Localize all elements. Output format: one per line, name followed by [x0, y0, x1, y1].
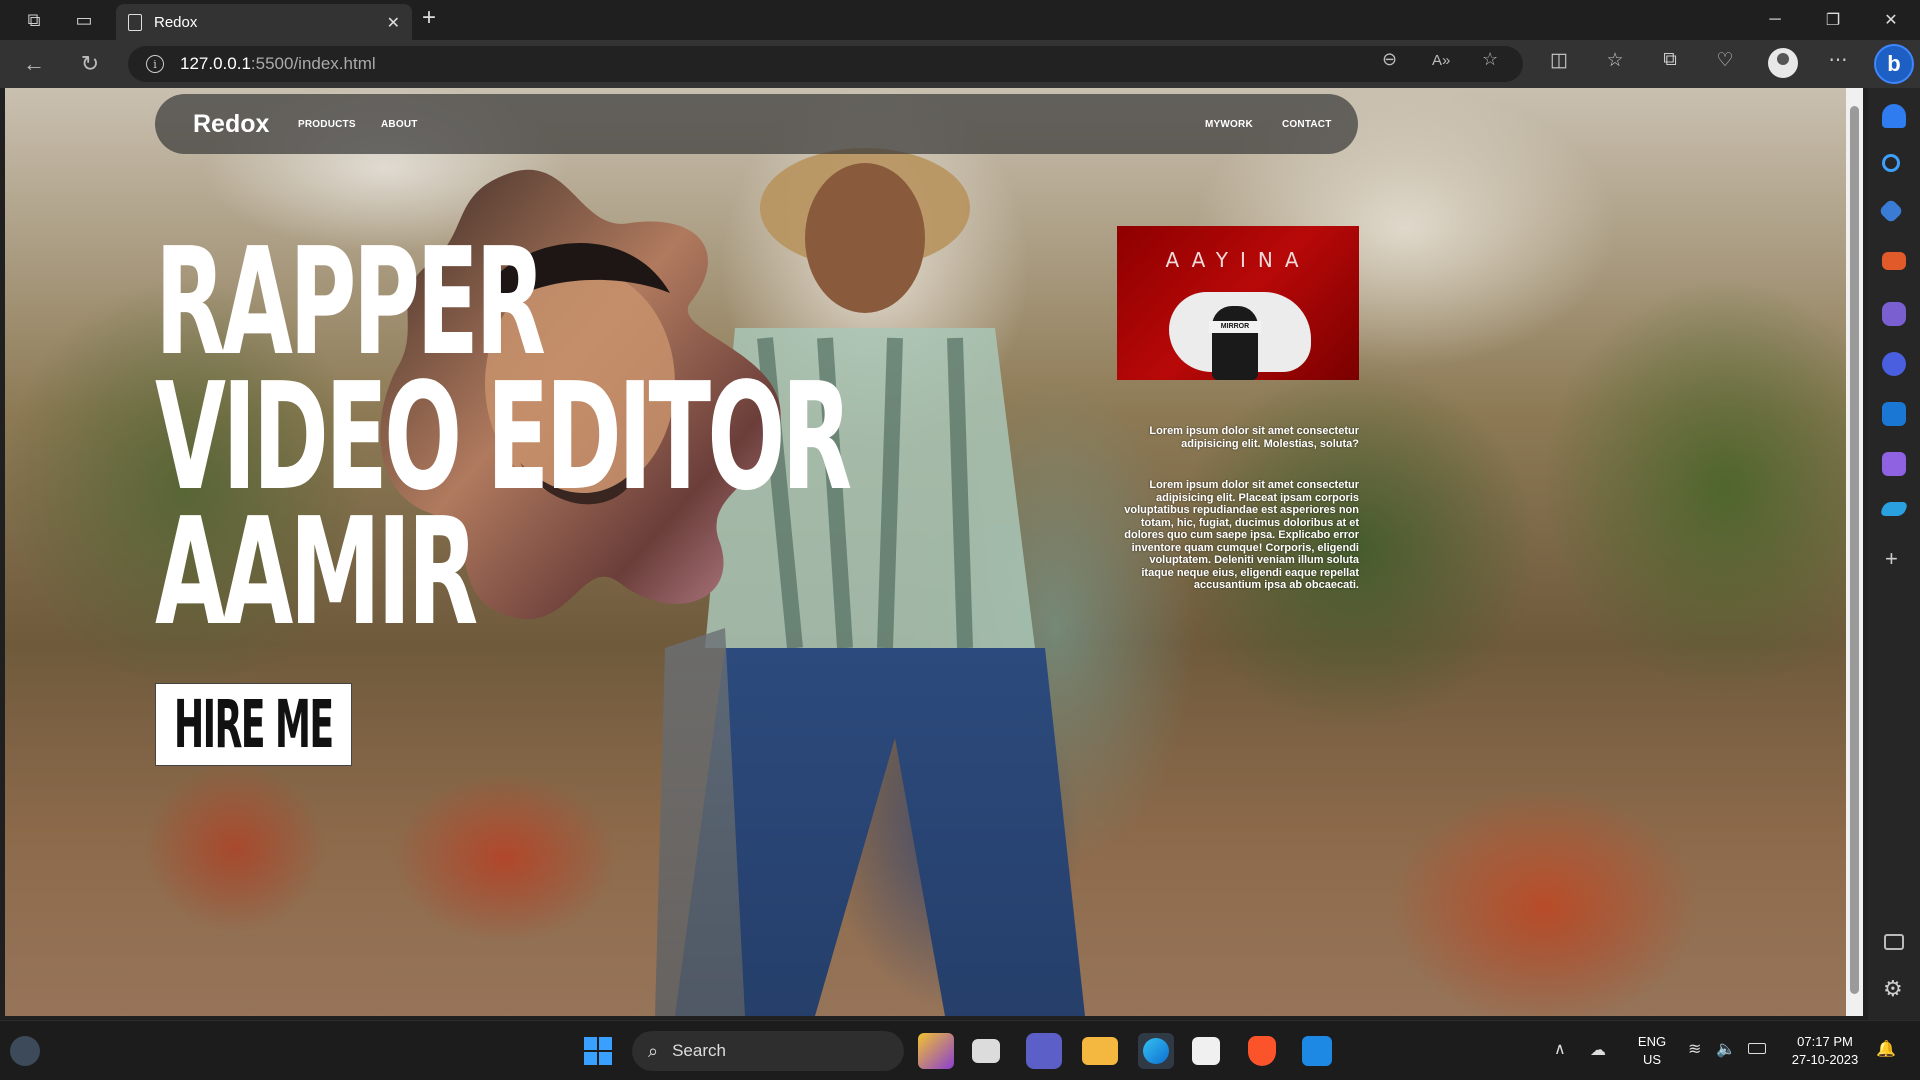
search-placeholder: Search — [672, 1041, 726, 1060]
new-tab-button[interactable]: + — [422, 4, 436, 32]
page-icon — [128, 13, 142, 31]
send-icon[interactable] — [1879, 502, 1909, 516]
hero-line-3: AAMIR — [155, 486, 478, 658]
close-tab-icon[interactable]: ✕ — [387, 13, 400, 33]
zoom-icon[interactable]: ⊖ — [1382, 49, 1397, 70]
browser-tab[interactable]: Redox ✕ — [116, 4, 412, 40]
minimize-button[interactable]: ─ — [1746, 0, 1804, 40]
nav-contact[interactable]: CONTACT — [1282, 119, 1332, 130]
weather-widget-icon[interactable] — [10, 1036, 40, 1066]
outlook-icon[interactable] — [1882, 402, 1906, 426]
notification-bell-icon[interactable]: 🔔 — [1876, 1039, 1896, 1059]
browser-essentials-icon[interactable]: ♡ — [1710, 49, 1740, 72]
task-view-icon[interactable] — [972, 1039, 1000, 1063]
hire-me-button[interactable]: HIRE ME — [155, 683, 352, 766]
album-cover[interactable]: AAYINA MIRROR — [1117, 226, 1359, 380]
browser-tab-bar: ⧉ ▭ Redox ✕ + ─ ❐ ✕ — [0, 0, 1920, 40]
windows-taskbar: ⌕ Search ∧ ☁ ENG US ≋ 🔈 07:17 PM 27-10-2… — [0, 1020, 1920, 1080]
language-code: ENG — [1637, 1034, 1667, 1049]
designer-icon[interactable] — [1882, 452, 1906, 476]
refresh-icon[interactable]: ↻ — [76, 50, 104, 78]
brave-browser-icon[interactable] — [1248, 1036, 1276, 1066]
address-bar[interactable]: i 127.0.0.1:5500/index.html — [128, 46, 1523, 82]
region-code: US — [1642, 1052, 1662, 1067]
collections-icon[interactable]: ⧉ — [1655, 49, 1685, 71]
nav-about[interactable]: ABOUT — [381, 119, 418, 130]
description-paragraph: Lorem ipsum dolor sit amet consectetur a… — [1124, 479, 1359, 591]
vscode-icon[interactable] — [1302, 1036, 1332, 1066]
volume-icon[interactable]: 🔈 — [1716, 1039, 1736, 1059]
taskbar-search[interactable]: ⌕ Search — [632, 1031, 904, 1071]
favorite-star-icon[interactable]: ☆ — [1482, 49, 1498, 70]
notifications-icon[interactable] — [1882, 104, 1906, 128]
tab-actions-icon[interactable]: ▭ — [64, 0, 104, 40]
copilot-app-icon[interactable] — [1882, 352, 1906, 376]
workspaces-icon[interactable]: ⧉ — [14, 0, 54, 40]
intro-paragraph: Lorem ipsum dolor sit amet consectetur a… — [1149, 425, 1359, 450]
site-logo[interactable]: Redox — [193, 110, 269, 139]
microsoft-store-icon[interactable] — [1192, 1037, 1220, 1065]
album-title: AAYINA — [1165, 248, 1311, 272]
url-host: 127.0.0.1 — [180, 54, 251, 73]
album-cap-text: MIRROR — [1209, 321, 1261, 333]
favorites-icon[interactable]: ☆ — [1600, 49, 1630, 72]
shopping-tag-icon[interactable] — [1878, 198, 1904, 224]
back-icon[interactable]: ← — [20, 50, 48, 78]
settings-gear-icon[interactable]: ⚙ — [1883, 976, 1903, 1002]
search-sidebar-icon[interactable] — [1882, 154, 1900, 172]
start-windows-icon[interactable] — [580, 1033, 616, 1069]
nav-products[interactable]: PRODUCTS — [298, 119, 356, 130]
split-screen-icon[interactable]: ◫ — [1544, 49, 1574, 72]
scrollbar-thumb[interactable] — [1850, 106, 1859, 994]
games-icon[interactable] — [1882, 302, 1906, 326]
profile-avatar[interactable] — [1768, 48, 1798, 78]
search-icon: ⌕ — [648, 1040, 659, 1061]
edge-sidebar: + ⚙ — [1868, 88, 1920, 1020]
sidebar-toggle-icon[interactable] — [1884, 934, 1904, 950]
more-menu-icon[interactable]: ⋯ — [1823, 49, 1853, 72]
teams-chat-icon[interactable] — [1026, 1033, 1062, 1069]
clock-time: 07:17 PM — [1797, 1034, 1853, 1049]
clock[interactable]: 07:17 PM 27-10-2023 — [1780, 1033, 1870, 1069]
bing-copilot-icon[interactable]: b — [1874, 44, 1914, 84]
file-explorer-icon[interactable] — [1082, 1037, 1118, 1065]
hire-me-label: HIRE ME — [174, 686, 334, 763]
wifi-icon[interactable]: ≋ — [1688, 1039, 1701, 1059]
site-info-icon[interactable]: i — [146, 55, 164, 73]
address-toolbar: ← ↻ i 127.0.0.1:5500/index.html ⊖ A» ☆ ◫… — [0, 40, 1920, 88]
copilot-taskbar-icon[interactable] — [918, 1033, 954, 1069]
language-indicator[interactable]: ENG US — [1634, 1033, 1670, 1069]
tools-briefcase-icon[interactable] — [1882, 252, 1906, 270]
album-figure — [1212, 306, 1258, 380]
edge-browser-icon[interactable] — [1138, 1033, 1174, 1069]
clock-date: 27-10-2023 — [1791, 1052, 1859, 1067]
page-scrollbar[interactable] — [1846, 88, 1863, 1016]
tab-title: Redox — [154, 13, 198, 31]
read-aloud-icon[interactable]: A» — [1432, 52, 1450, 69]
page-viewport: Redox PRODUCTS ABOUT MYWORK CONTACT RAPP… — [5, 88, 1863, 1016]
add-sidebar-app-icon[interactable]: + — [1885, 546, 1898, 572]
close-window-button[interactable]: ✕ — [1862, 0, 1920, 40]
battery-icon[interactable] — [1748, 1043, 1766, 1054]
onedrive-icon[interactable]: ☁ — [1590, 1040, 1606, 1060]
nav-mywork[interactable]: MYWORK — [1205, 119, 1253, 130]
site-navbar: Redox PRODUCTS ABOUT MYWORK CONTACT — [155, 94, 1358, 154]
show-hidden-icons-chevron[interactable]: ∧ — [1554, 1039, 1566, 1059]
url-path: :5500/index.html — [250, 54, 376, 73]
restore-button[interactable]: ❐ — [1804, 0, 1862, 40]
